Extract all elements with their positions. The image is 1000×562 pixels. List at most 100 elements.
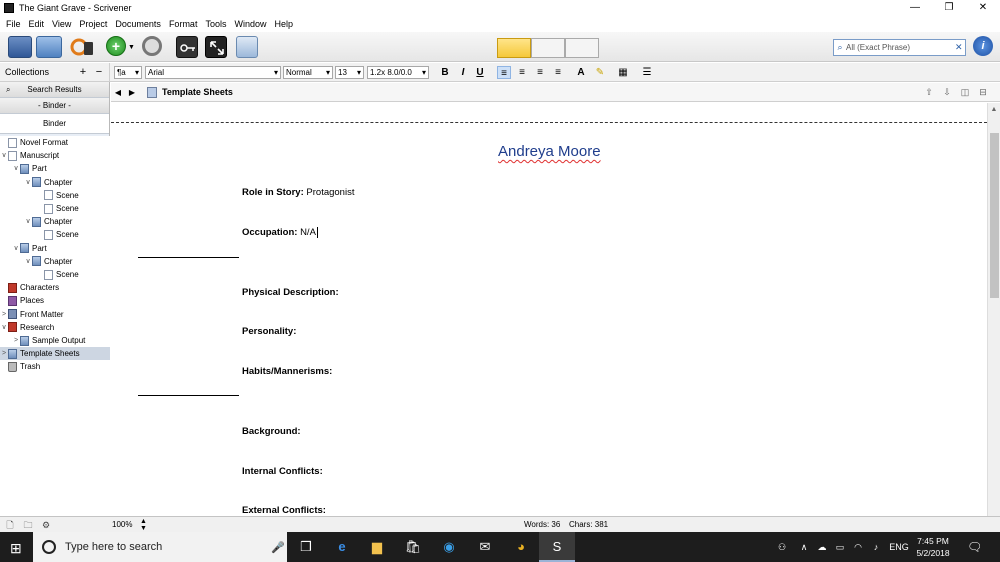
down-arrow-icon[interactable]: ⇩ [938, 87, 956, 98]
new-folder-icon[interactable]: 🗀 [22, 519, 34, 531]
menu-tools[interactable]: Tools [205, 19, 226, 29]
zoom-level[interactable]: 100% [112, 519, 132, 531]
binder-item[interactable]: ∨ Chapter [0, 255, 72, 268]
mail-icon[interactable]: ✉ [467, 532, 503, 562]
underline-button[interactable]: U [473, 66, 487, 79]
binder-item[interactable]: Places [0, 294, 44, 307]
open-folder-icon[interactable] [36, 36, 62, 58]
sync-icon[interactable] [68, 36, 94, 58]
scrivener-taskbar-icon[interactable]: S [539, 532, 575, 562]
maximize-button[interactable]: ❐ [932, 0, 966, 16]
align-left-icon[interactable]: ≡ [497, 66, 511, 79]
binder-item[interactable]: ∨ Chapter [0, 176, 72, 189]
text-color-icon[interactable]: A [574, 66, 588, 79]
clear-search-icon[interactable]: ✕ [955, 42, 965, 53]
new-document-icon[interactable]: 🗋 [4, 519, 16, 531]
disclosure-icon[interactable]: ∨ [0, 149, 8, 162]
notifications-icon[interactable]: 🗨 [967, 540, 982, 554]
disclosure-icon[interactable]: ∨ [24, 176, 32, 189]
search-input[interactable]: All (Exact Phrase) [846, 43, 955, 52]
menu-edit[interactable]: Edit [29, 19, 45, 29]
language-indicator[interactable]: ENG [888, 532, 910, 562]
table-icon[interactable]: ▦ [616, 66, 630, 79]
split-vertical-icon[interactable]: ◫ [956, 87, 974, 98]
fullscreen-icon[interactable] [205, 36, 227, 58]
battery-icon[interactable]: ▭ [832, 532, 848, 562]
disclosure-icon[interactable]: ∨ [24, 215, 32, 228]
menu-project[interactable]: Project [79, 19, 107, 29]
volume-icon[interactable]: ♪ [868, 532, 884, 562]
chrome-icon[interactable]: ◕ [503, 532, 539, 562]
font-size-select[interactable]: 13 [335, 66, 364, 79]
inspector-info-icon[interactable]: i [973, 36, 993, 56]
binder-item[interactable]: Characters [0, 281, 59, 294]
scroll-up-icon[interactable]: ▲ [988, 103, 1000, 116]
binder-item[interactable]: ∨ Part [0, 162, 47, 175]
menu-documents[interactable]: Documents [115, 19, 161, 29]
microphone-icon[interactable]: 🎤 [271, 541, 287, 554]
binder-item[interactable]: Novel Format [0, 136, 68, 149]
safari-icon[interactable]: ◉ [431, 532, 467, 562]
align-center-icon[interactable]: ≡ [515, 66, 529, 79]
disclosure-icon[interactable]: ∨ [12, 242, 20, 255]
highlight-icon[interactable]: ✎ [593, 66, 607, 79]
binder-item[interactable]: > Front Matter [0, 308, 64, 321]
wifi-icon[interactable]: ◠ [850, 532, 866, 562]
disclosure-icon[interactable]: ∨ [0, 321, 8, 334]
file-explorer-icon[interactable]: ▆ [359, 532, 395, 562]
compile-icon[interactable] [236, 36, 258, 58]
binder-item[interactable]: ∨ Research [0, 321, 54, 334]
scrollbar-thumb[interactable] [990, 133, 999, 298]
font-family-select[interactable]: Arial [145, 66, 281, 79]
paragraph-style-select[interactable]: ¶a [114, 66, 142, 79]
typeface-select[interactable]: Normal [283, 66, 333, 79]
disclosure-icon[interactable]: > [0, 308, 8, 321]
up-arrow-icon[interactable]: ⇧ [920, 87, 938, 98]
task-view-icon[interactable]: ❒ [288, 532, 324, 562]
disclosure-icon[interactable]: > [12, 334, 20, 347]
binder-item[interactable]: Scene [0, 202, 79, 215]
people-icon[interactable]: ⚇ [772, 532, 792, 562]
edge-browser-icon[interactable]: e [324, 532, 360, 562]
binder-item[interactable]: Scene [0, 189, 79, 202]
menu-window[interactable]: Window [234, 19, 266, 29]
menu-format[interactable]: Format [169, 19, 198, 29]
remove-collection-button[interactable]: − [92, 63, 106, 82]
add-document-icon[interactable]: + [106, 36, 126, 56]
binder-toggle-icon[interactable] [8, 36, 32, 58]
corkboard-view-button[interactable] [531, 38, 565, 58]
document-editor[interactable]: Andreya Moore Role in Story: Protagonist… [111, 103, 987, 516]
zoom-stepper-icon[interactable]: ▲ ▼ [140, 518, 147, 532]
italic-button[interactable]: I [456, 66, 470, 79]
binder-item[interactable]: ∨ Chapter [0, 215, 72, 228]
binder-item[interactable]: Scene [0, 268, 79, 281]
list-icon[interactable]: ☰ [640, 66, 654, 79]
align-right-icon[interactable]: ≡ [551, 66, 565, 79]
forward-arrow-icon[interactable]: ▶ [125, 88, 139, 97]
add-collection-button[interactable]: + [76, 63, 90, 82]
menu-view[interactable]: View [52, 19, 71, 29]
disclosure-icon[interactable]: ∨ [24, 255, 32, 268]
binder-item[interactable]: > Sample Output [0, 334, 85, 347]
bold-button[interactable]: B [438, 66, 452, 79]
split-horizontal-icon[interactable]: ⊟ [974, 87, 992, 98]
scrivenings-view-button[interactable] [497, 38, 531, 58]
line-spacing-select[interactable]: 1.2x 8.0/0.0 [367, 66, 429, 79]
disclosure-icon[interactable]: > [0, 347, 8, 360]
back-arrow-icon[interactable]: ◀ [111, 88, 125, 97]
minimize-button[interactable]: — [898, 0, 932, 16]
menu-help[interactable]: Help [274, 19, 293, 29]
gear-icon[interactable]: ⚙ [40, 519, 52, 531]
align-justify-icon[interactable]: ≡ [533, 66, 547, 79]
clock[interactable]: 7:45 PM 5/2/2018 [908, 535, 958, 559]
cloud-icon[interactable]: ☁ [814, 532, 830, 562]
binder-item[interactable]: Scene [0, 228, 79, 241]
project-search-box[interactable]: ⌕ All (Exact Phrase) ✕ [833, 39, 966, 56]
editor-scrollbar[interactable]: ▲ [987, 103, 1000, 516]
windows-start-icon[interactable]: ⊞ [10, 540, 22, 557]
taskbar-search-box[interactable]: Type here to search 🎤 [33, 532, 287, 562]
disclosure-icon[interactable]: ∨ [12, 162, 20, 175]
close-button[interactable]: ✕ [966, 0, 1000, 16]
store-icon[interactable]: 🛍 [395, 532, 431, 562]
chevron-up-icon[interactable]: ∧ [796, 532, 812, 562]
